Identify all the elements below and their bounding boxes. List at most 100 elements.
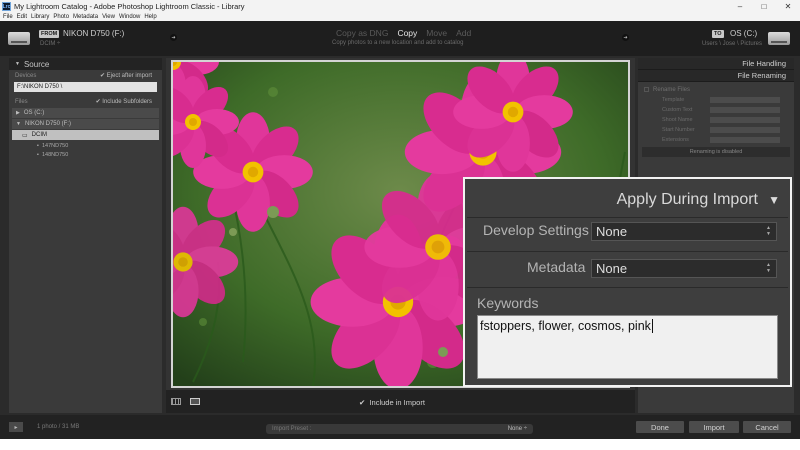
tree-item-os-c[interactable]: ▶ OS (C:) <box>12 108 159 118</box>
menu-window[interactable]: Window <box>119 14 140 20</box>
files-label: Files <box>15 98 28 105</box>
expand-toggle-icon[interactable]: ▸ <box>9 422 23 432</box>
import-button[interactable]: Import <box>689 421 739 433</box>
import-mode-tabs: Copy as DNG Copy Move Add <box>336 28 471 38</box>
folder-icon: ▪ <box>37 151 39 158</box>
destination-path[interactable]: Users \ Jose \ Pictures <box>702 41 762 47</box>
source-device-selector[interactable]: NIKON D750 (F:) <box>63 29 124 38</box>
menu-library[interactable]: Library <box>31 14 49 20</box>
template-select <box>710 97 780 103</box>
maximize-button[interactable]: □ <box>752 0 776 13</box>
import-preset-selector[interactable]: Import Preset : None ÷ <box>266 424 533 434</box>
preview-toolbar: ✔ Include in Import <box>166 390 635 413</box>
metadata-value: None <box>596 261 628 276</box>
mode-move[interactable]: Move <box>426 28 447 38</box>
minimize-button[interactable]: – <box>728 0 752 13</box>
rename-files-row: Rename Files <box>638 84 794 95</box>
include-subfolders-label: Include Subfolders <box>102 99 152 105</box>
triangle-right-icon: ▶ <box>16 110 20 116</box>
folder-icon: ▪ <box>37 142 39 149</box>
to-label: TO <box>712 30 724 38</box>
triangle-down-icon: ▼ <box>15 61 20 67</box>
menu-edit[interactable]: Edit <box>17 14 27 20</box>
source-panel-header[interactable]: ▼ Source <box>9 58 162 70</box>
window-title: My Lightroom Catalog - Adobe Photoshop L… <box>14 2 245 11</box>
rename-extensions-row: Extensions <box>638 135 794 145</box>
arrow-right-icon: ➜ <box>622 34 629 41</box>
include-in-import-checkbox[interactable]: ✔ Include in Import <box>359 398 425 407</box>
rename-row-label: Template <box>662 97 685 103</box>
source-path[interactable]: DCIM ÷ <box>40 41 60 47</box>
spinner-arrows-icon: ▲ ▼ <box>766 225 771 237</box>
menu-help[interactable]: Help <box>144 14 156 20</box>
file-handling-header[interactable]: File Handling <box>638 58 794 70</box>
subfolder-label: 147ND750 <box>41 142 69 149</box>
menu-metadata[interactable]: Metadata <box>73 14 98 20</box>
eject-checkbox[interactable]: ✔ Eject after import <box>100 72 152 79</box>
develop-settings-value: None <box>596 224 628 239</box>
source-drive-icon <box>8 32 30 45</box>
rename-custom-text-row: Custom Text <box>638 105 794 115</box>
loupe-view-icon[interactable] <box>190 398 200 405</box>
destination-device-selector[interactable]: OS (C:) <box>730 29 757 38</box>
menu-view[interactable]: View <box>102 14 115 20</box>
tree-item-label: DCIM <box>31 132 48 138</box>
rename-start-number-row: Start Number <box>638 125 794 135</box>
import-summary: 1 photo / 31 MB <box>37 424 80 430</box>
preset-label: Import Preset : <box>272 426 312 432</box>
done-button[interactable]: Done <box>636 421 684 433</box>
close-button[interactable]: ✕ <box>776 0 800 13</box>
develop-settings-select[interactable]: None ▲ ▼ <box>591 222 777 241</box>
tree-item-nikon-d750[interactable]: ▼ NIKON D750 (F:) <box>12 119 159 129</box>
folder-icon: ▭ <box>22 132 28 139</box>
apply-during-import-panel: Apply During Import ▼ Develop Settings N… <box>463 177 792 387</box>
file-handling-label: File Handling <box>742 59 786 68</box>
triangle-down-icon: ▼ <box>16 121 21 127</box>
import-header: FROM NIKON D750 (F:) DCIM ÷ ➜ Copy as DN… <box>0 21 800 56</box>
tree-item-dcim[interactable]: ▭ DCIM <box>12 130 159 140</box>
rename-template-row: Template <box>638 95 794 105</box>
mode-copy-as-dng[interactable]: Copy as DNG <box>336 28 388 38</box>
mode-add[interactable]: Add <box>456 28 471 38</box>
subfolder-label: 148ND750 <box>41 151 69 158</box>
rename-checkbox[interactable] <box>644 87 649 92</box>
rename-row-label: Shoot Name <box>662 117 693 123</box>
subfolder-147nd750[interactable]: ▪ 147ND750 <box>9 141 162 150</box>
tree-item-label: OS (C:) <box>23 110 45 116</box>
file-renaming-header[interactable]: File Renaming <box>638 70 794 82</box>
custom-text-field <box>710 107 780 113</box>
file-renaming-label: File Renaming <box>737 71 786 80</box>
arrow-right-icon: ➜ <box>170 34 177 41</box>
grid-view-icon[interactable] <box>171 398 181 405</box>
subfolder-148nd750[interactable]: ▪ 148ND750 <box>9 150 162 159</box>
source-panel: ▼ Source Devices ✔ Eject after import F:… <box>9 58 162 413</box>
divider <box>467 217 788 218</box>
apply-during-import-title: Apply During Import <box>616 191 758 208</box>
source-path-field[interactable]: F:\NIKON D750 \ <box>14 82 157 92</box>
menu-file[interactable]: File <box>3 14 13 20</box>
source-title: Source <box>23 59 50 69</box>
menu-bar: File Edit Library Photo Metadata View Wi… <box>0 13 800 21</box>
window-controls: – □ ✕ <box>728 0 800 13</box>
cancel-button[interactable]: Cancel <box>743 421 791 433</box>
rename-row-label: Extensions <box>662 137 689 143</box>
from-label: FROM <box>39 30 60 38</box>
rename-shoot-name-row: Shoot Name <box>638 115 794 125</box>
bottom-bar: ▸ 1 photo / 31 MB Import Preset : None ÷… <box>0 415 800 439</box>
include-subfolders-checkbox[interactable]: ✔ Include Subfolders <box>96 98 152 105</box>
mode-description: Copy photos to a new location and add to… <box>332 40 464 46</box>
rename-row-label: Custom Text <box>662 107 693 113</box>
include-in-import-label: Include in Import <box>369 398 425 407</box>
text-cursor <box>651 319 653 333</box>
divider <box>467 287 788 288</box>
metadata-select[interactable]: None ▲ ▼ <box>591 259 777 278</box>
apply-during-import-header[interactable]: Apply During Import ▼ <box>465 179 790 218</box>
start-number-field <box>710 127 780 133</box>
mode-copy[interactable]: Copy <box>397 28 417 38</box>
menu-photo[interactable]: Photo <box>53 14 69 20</box>
keywords-value: fstoppers, flower, cosmos, pink <box>480 319 651 333</box>
preset-value: None ÷ <box>507 426 527 432</box>
title-bar: Lrc My Lightroom Catalog - Adobe Photosh… <box>0 0 800 13</box>
keywords-textarea[interactable]: fstoppers, flower, cosmos, pink <box>477 315 778 379</box>
eject-label: Eject after import <box>106 73 152 79</box>
